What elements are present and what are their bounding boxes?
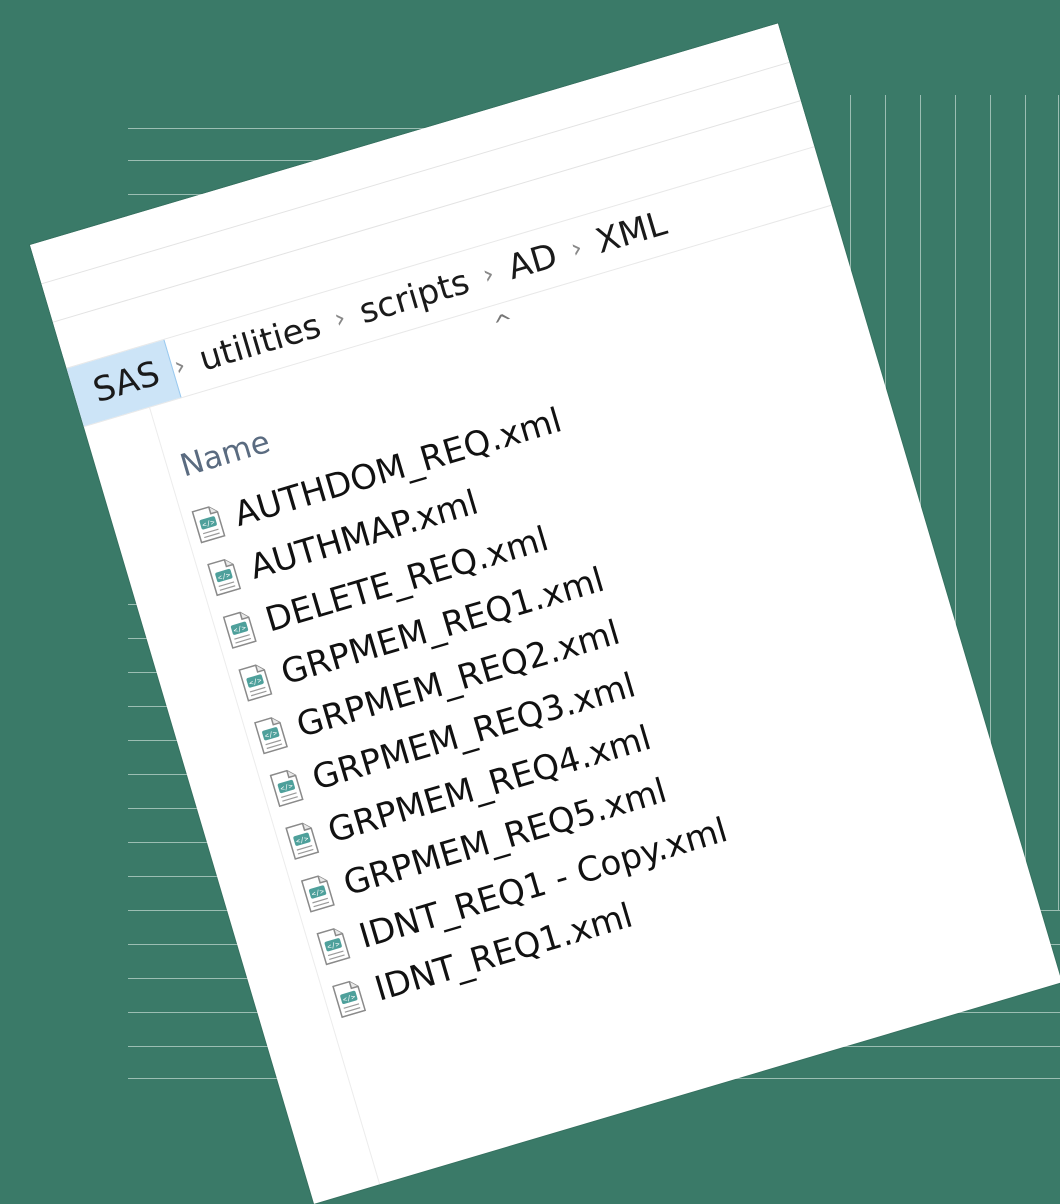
xml-file-icon: </> — [316, 927, 351, 965]
sort-ascending-icon: ^ — [490, 307, 518, 340]
grid-line — [1025, 95, 1026, 910]
xml-file-icon: </> — [285, 822, 320, 860]
xml-file-icon: </> — [300, 874, 335, 913]
xml-file-icon: </> — [207, 558, 241, 596]
column-header-name[interactable]: Name — [176, 424, 274, 484]
breadcrumb-item-sas[interactable]: SAS — [66, 339, 182, 427]
xml-file-icon: </> — [222, 611, 257, 649]
xml-file-icon: </> — [269, 769, 304, 807]
breadcrumb-item-xml[interactable]: XML — [575, 190, 688, 276]
grid-line — [1058, 95, 1059, 910]
xml-file-icon: </> — [238, 663, 273, 702]
xml-file-icon: </> — [191, 505, 226, 543]
xml-file-icon: </> — [253, 716, 288, 754]
xml-file-icon: </> — [331, 980, 366, 1018]
